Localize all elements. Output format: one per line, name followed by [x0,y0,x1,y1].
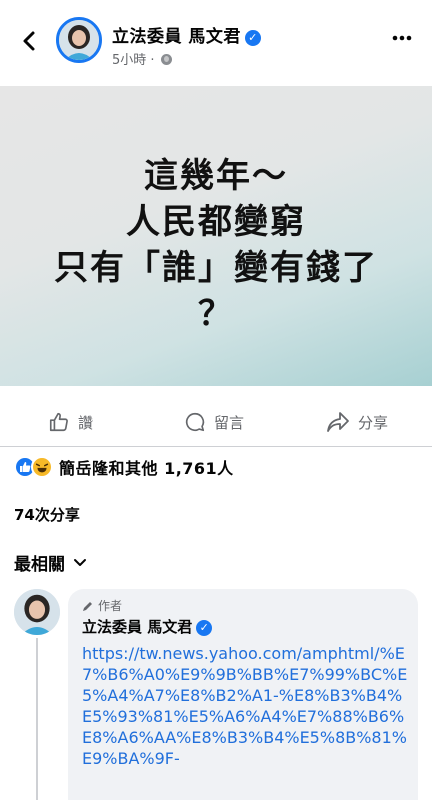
comment-author-avatar[interactable] [14,589,60,635]
pencil-icon [83,601,92,611]
share-arrow-icon [327,412,349,432]
more-options-icon[interactable] [392,34,412,42]
avatar-portrait-icon [59,20,99,60]
comment-link[interactable]: https://tw.news.yahoo.com/amphtml/%E7%B6… [82,643,408,769]
comment-label: 留言 [214,413,245,432]
haha-face-icon [35,463,49,473]
share-count[interactable]: 74次分享 [14,504,80,525]
comment-sort-dropdown[interactable]: 最相關 [14,550,87,575]
sort-label: 最相關 [14,555,65,575]
section-divider [0,446,432,447]
author-tag: 作者 [82,597,404,614]
post-image[interactable]: 這幾年～ 人民都變窮 只有「誰」變有錢了 ？ [0,86,432,386]
page-avatar[interactable] [56,17,102,63]
share-label: 分享 [358,413,389,432]
post-time-text: 5小時 [112,53,147,68]
reactions-summary[interactable]: 簡岳隆和其他 1,761人 [14,454,234,480]
thumbs-up-icon [49,412,68,432]
post-text-line-3: 只有「誰」變有錢了 [54,248,378,288]
avatar-portrait-icon [14,589,60,635]
time-separator: · [150,53,155,68]
post-timestamp: 5小時 · [112,49,172,68]
post-text-line-4: ？ [198,294,234,334]
comment-author-text[interactable]: 立法委員 馬文君 [82,618,192,636]
like-button[interactable]: 讚 [48,408,93,436]
post-action-bar: 讚 留言 分享 [0,400,432,444]
page-name-text[interactable]: 立法委員 馬文君 [112,27,241,47]
comment-button[interactable]: 留言 [184,408,244,436]
comment-bubble-icon [185,412,205,432]
reaction-count-text[interactable]: 簡岳隆和其他 1,761人 [59,455,234,479]
like-glyph-icon [20,462,31,472]
verified-badge-icon: ✓ [244,30,261,46]
verified-badge-icon: ✓ [196,620,213,636]
chevron-down-icon [74,558,86,566]
post-header: 立法委員 馬文君 ✓ 5小時 · [0,0,432,86]
post-text-line-1: 這幾年～ [144,156,288,196]
public-globe-icon [160,54,172,65]
comment-bubble[interactable]: 作者 立法委員 馬文君 ✓ https://tw.news.yahoo.com/a… [68,589,418,800]
back-arrow-icon[interactable] [14,26,44,56]
haha-reaction-icon [31,456,53,478]
author-tag-label: 作者 [98,599,123,613]
comment-author-name[interactable]: 立法委員 馬文君 ✓ [82,616,404,637]
page-name[interactable]: 立法委員 馬文君 ✓ [112,22,261,47]
like-label: 讚 [78,413,94,432]
comment-thread-line [36,638,38,800]
share-button[interactable]: 分享 [326,408,388,436]
post-text-line-2: 人民都變窮 [126,202,306,242]
